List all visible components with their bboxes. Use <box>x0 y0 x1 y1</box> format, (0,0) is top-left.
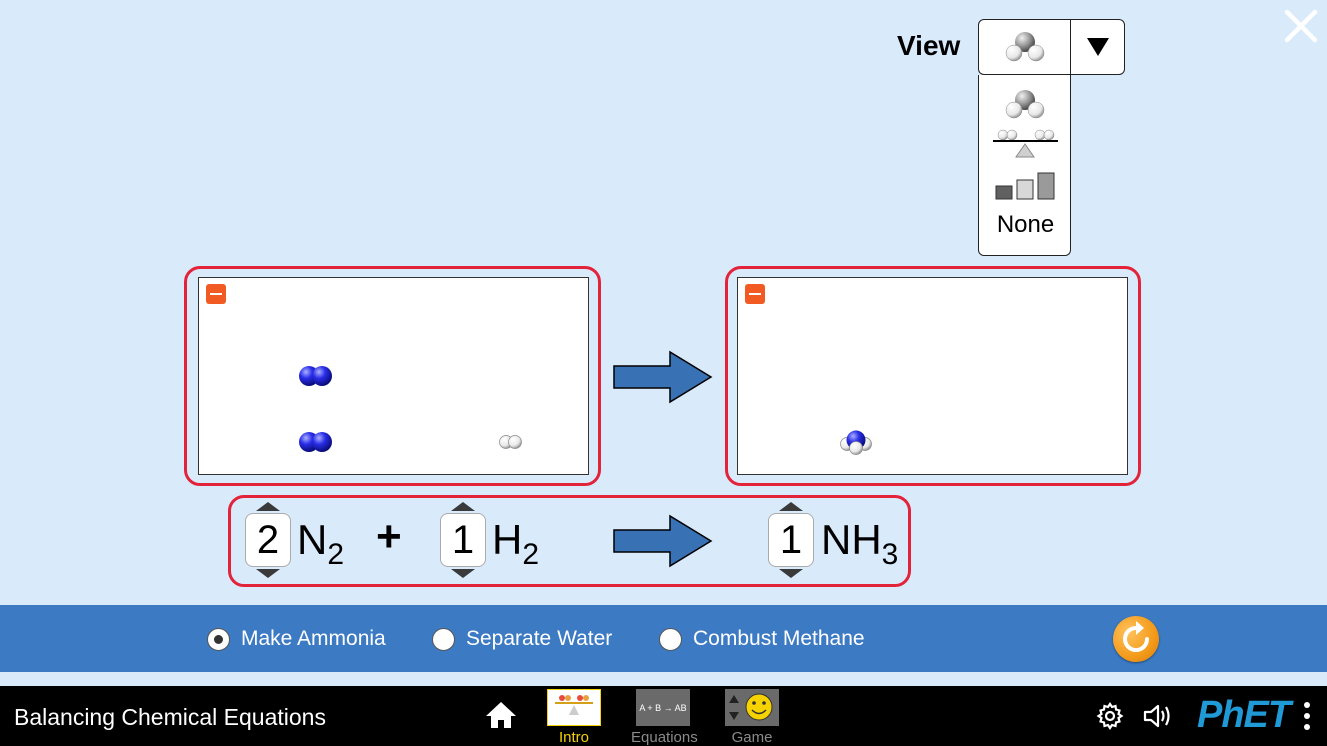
decrement-arrow-icon[interactable] <box>451 569 475 578</box>
h2-coefficient-spinner[interactable]: 1 <box>440 502 486 578</box>
n2-molecule[interactable] <box>298 365 334 387</box>
products-collapse-button[interactable] <box>745 284 765 304</box>
radio-separate-water[interactable]: Separate Water <box>432 627 612 651</box>
molecules-icon <box>1005 90 1045 119</box>
view-option-molecules[interactable] <box>979 83 1072 123</box>
view-option-bar-charts[interactable] <box>979 169 1072 203</box>
close-icon[interactable] <box>1283 8 1319 44</box>
h2-formula: H2 <box>492 516 540 571</box>
radio-button[interactable] <box>432 627 455 651</box>
decrement-arrow-icon[interactable] <box>779 569 803 578</box>
intro-screen-icon <box>547 689 601 726</box>
molecules-icon <box>1005 32 1045 62</box>
decrement-arrow-icon[interactable] <box>256 569 280 578</box>
gear-icon[interactable] <box>1096 702 1124 730</box>
increment-arrow-icon[interactable] <box>451 502 475 511</box>
n2-molecule[interactable] <box>298 431 334 453</box>
balance-scale-icon <box>993 129 1058 158</box>
nh3-coefficient-spinner[interactable]: 1 <box>768 502 814 578</box>
radio-button[interactable] <box>659 627 682 651</box>
reset-button[interactable] <box>1113 616 1159 662</box>
reactants-box <box>198 277 589 475</box>
sound-icon[interactable] <box>1142 702 1174 730</box>
radio-make-ammonia[interactable]: Make Ammonia <box>207 627 386 651</box>
plus-sign: + <box>376 512 402 561</box>
view-option-balance-scale[interactable] <box>979 127 1072 161</box>
view-label: View <box>897 30 961 61</box>
coefficient-value: 1 <box>440 513 486 567</box>
coefficient-value: 1 <box>768 513 814 567</box>
h2-molecule[interactable] <box>498 434 524 450</box>
view-dropdown-list: None <box>978 75 1071 256</box>
game-screen-icon <box>725 689 779 726</box>
chevron-down-icon <box>1087 38 1109 56</box>
view-selected-value[interactable] <box>979 20 1071 74</box>
increment-arrow-icon[interactable] <box>779 502 803 511</box>
equations-thumb-text: A + B → AB <box>639 703 686 713</box>
sim-title: Balancing Chemical Equations <box>14 704 326 730</box>
equations-screen-icon: A + B → AB <box>636 689 690 726</box>
reactants-collapse-button[interactable] <box>206 284 226 304</box>
more-options-icon[interactable] <box>1302 702 1312 732</box>
products-box <box>737 277 1128 475</box>
reaction-arrow-icon <box>613 350 713 404</box>
coefficient-value: 2 <box>245 513 291 567</box>
radio-combust-methane[interactable]: Combust Methane <box>659 627 865 651</box>
reset-icon <box>1123 621 1149 652</box>
equation-arrow-icon <box>613 514 713 568</box>
bar-charts-icon <box>995 172 1055 200</box>
view-combo-box[interactable] <box>978 19 1125 75</box>
phet-logo[interactable]: PhET <box>1197 694 1291 737</box>
home-icon[interactable] <box>485 700 517 730</box>
increment-arrow-icon[interactable] <box>256 502 280 511</box>
nh3-formula: NH3 <box>821 516 899 571</box>
radio-button-selected[interactable] <box>207 627 230 651</box>
n2-coefficient-spinner[interactable]: 2 <box>245 502 291 578</box>
view-dropdown-arrow[interactable] <box>1071 20 1125 74</box>
view-option-none[interactable]: None <box>979 211 1072 239</box>
n2-formula: N2 <box>297 516 345 571</box>
nh3-molecule[interactable] <box>838 428 874 456</box>
